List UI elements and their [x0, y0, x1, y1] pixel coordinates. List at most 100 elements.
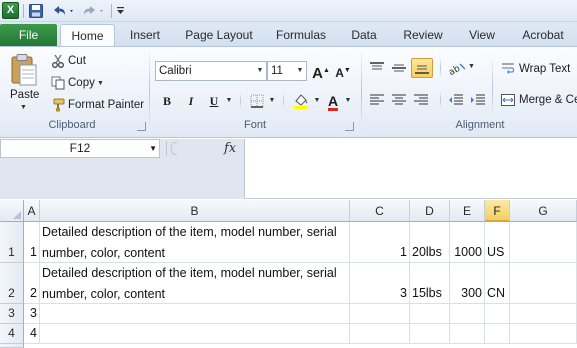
formula-bar-splitter[interactable]	[166, 141, 184, 156]
save-icon[interactable]	[27, 2, 45, 20]
fill-color-icon[interactable]	[291, 91, 311, 111]
cell-b4[interactable]	[40, 324, 350, 344]
font-launcher-icon[interactable]	[345, 122, 354, 131]
cell-e2[interactable]: 300	[450, 263, 485, 304]
cell-c3[interactable]	[350, 304, 410, 324]
cell-f4[interactable]	[485, 324, 510, 344]
font-color-button[interactable]: A	[324, 91, 342, 111]
cell-c1[interactable]: 1	[350, 222, 410, 263]
cell-d4[interactable]	[410, 324, 450, 344]
tab-view[interactable]: View	[460, 24, 504, 46]
cut-button[interactable]: Cut	[68, 55, 86, 67]
fill-color-dropdown-icon[interactable]: ▼	[312, 91, 322, 111]
paste-dropdown-icon[interactable]: ▼	[20, 104, 27, 111]
cell-b1[interactable]: Detailed description of the item, model …	[40, 222, 350, 263]
paste-icon[interactable]	[8, 53, 40, 87]
column-header-e[interactable]: E	[450, 200, 485, 222]
chevron-down-icon[interactable]: ▼	[149, 140, 157, 157]
tab-page-layout[interactable]: Page Layout	[178, 24, 260, 46]
tab-acrobat[interactable]: Acrobat	[514, 24, 572, 46]
underline-button[interactable]: U	[205, 91, 223, 111]
tab-file[interactable]: File	[0, 24, 57, 46]
wrap-text-icon[interactable]	[500, 61, 516, 75]
tab-formulas[interactable]: Formulas	[268, 24, 334, 46]
column-header-g[interactable]: G	[510, 200, 577, 222]
cell-d3[interactable]	[410, 304, 450, 324]
column-header-b[interactable]: B	[40, 200, 350, 222]
insert-function-icon[interactable]: fx	[224, 139, 236, 158]
tab-insert[interactable]: Insert	[120, 24, 170, 46]
redo-icon[interactable]	[80, 2, 108, 20]
merge-center-icon[interactable]	[500, 93, 516, 107]
undo-icon[interactable]	[49, 2, 77, 20]
align-left-icon[interactable]	[367, 91, 387, 109]
font-color-dropdown-icon[interactable]: ▼	[343, 91, 353, 111]
cell-d1[interactable]: 20lbs	[410, 222, 450, 263]
column-header-f[interactable]: F	[485, 200, 510, 222]
font-size-select[interactable]: 11 ▼	[267, 61, 307, 81]
row-header[interactable]: 4	[0, 324, 24, 344]
cell-a1[interactable]: 1	[24, 222, 40, 263]
copy-dropdown-icon[interactable]: ▼	[97, 80, 104, 87]
excel-logo-icon[interactable]: X	[2, 2, 19, 19]
name-box[interactable]: F12 ▼	[0, 139, 160, 158]
font-name-select[interactable]: Calibri ▼	[155, 61, 267, 81]
align-bottom-icon[interactable]	[411, 58, 433, 78]
cell-f3[interactable]	[485, 304, 510, 324]
align-right-icon[interactable]	[411, 91, 431, 109]
row-header[interactable]	[0, 344, 24, 348]
cell-a4[interactable]: 4	[24, 324, 40, 344]
cell-a3[interactable]: 3	[24, 304, 40, 324]
formula-input[interactable]	[246, 139, 577, 158]
increase-indent-icon[interactable]	[468, 91, 488, 109]
cell-d2[interactable]: 15lbs	[410, 263, 450, 304]
cell-c4[interactable]	[350, 324, 410, 344]
cell-g2[interactable]	[510, 263, 577, 304]
cell-b3[interactable]	[40, 304, 350, 324]
column-header-d[interactable]: D	[410, 200, 450, 222]
grow-font-button[interactable]: A▲	[312, 61, 330, 82]
cell-e4[interactable]	[450, 324, 485, 344]
cut-icon[interactable]	[50, 53, 66, 69]
orientation-icon[interactable]: ab	[446, 59, 468, 77]
bold-button[interactable]: B	[157, 91, 177, 111]
cell-e1[interactable]: 1000	[450, 222, 485, 263]
cell-g1[interactable]	[510, 222, 577, 263]
cell-g3[interactable]	[510, 304, 577, 324]
wrap-text-button[interactable]: Wrap Text	[519, 63, 570, 75]
row-header[interactable]: 2	[0, 263, 24, 304]
format-painter-icon[interactable]	[50, 97, 66, 113]
shrink-font-button[interactable]: A▼	[334, 61, 352, 81]
borders-icon[interactable]	[248, 93, 266, 109]
borders-dropdown-icon[interactable]: ▼	[267, 91, 277, 111]
cell-g4[interactable]	[510, 324, 577, 344]
customize-icon[interactable]	[114, 2, 126, 20]
cell-b2[interactable]: Detailed description of the item, model …	[40, 263, 350, 304]
tab-review[interactable]: Review	[396, 24, 450, 46]
column-header-c[interactable]: C	[350, 200, 410, 222]
align-center-icon[interactable]	[389, 91, 409, 109]
tab-home[interactable]: Home	[60, 24, 115, 46]
row-header[interactable]: 1	[0, 222, 24, 263]
cell-a2[interactable]: 2	[24, 263, 40, 304]
format-painter-button[interactable]: Format Painter	[68, 99, 144, 111]
decrease-indent-icon[interactable]	[446, 91, 466, 109]
cell-e3[interactable]	[450, 304, 485, 324]
underline-dropdown-icon[interactable]: ▼	[224, 91, 234, 111]
select-all-button[interactable]	[0, 200, 24, 222]
cell-f2[interactable]: CN	[485, 263, 510, 304]
column-header-a[interactable]: A	[24, 200, 40, 222]
tab-data[interactable]: Data	[342, 24, 386, 46]
copy-button[interactable]: Copy	[68, 77, 95, 89]
cell-f1[interactable]: US	[485, 222, 510, 263]
merge-center-button[interactable]: Merge & Ce	[519, 94, 577, 106]
orientation-dropdown-icon[interactable]: ▼	[468, 63, 475, 70]
align-middle-icon[interactable]	[389, 59, 409, 77]
italic-button[interactable]: I	[181, 91, 201, 111]
cell-c2[interactable]: 3	[350, 263, 410, 304]
row-header[interactable]: 3	[0, 304, 24, 324]
align-top-icon[interactable]	[367, 59, 387, 77]
paste-button[interactable]: Paste	[10, 89, 39, 101]
copy-icon[interactable]	[50, 75, 66, 91]
clipboard-launcher-icon[interactable]	[137, 122, 146, 131]
